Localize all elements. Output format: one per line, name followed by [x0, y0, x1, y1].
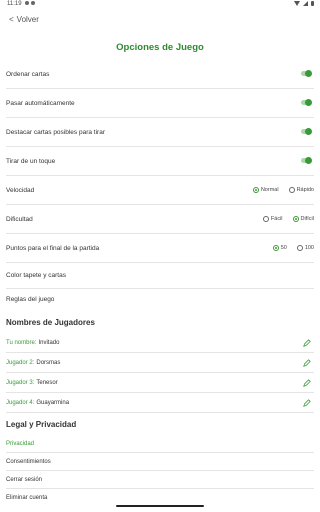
status-bar: 11:19 — [0, 0, 320, 9]
legal-heading: Legal y Privacidad — [6, 420, 77, 429]
wifi-icon — [294, 1, 300, 6]
radio-option-100[interactable]: 100 — [296, 245, 314, 251]
pencil-icon[interactable] — [303, 378, 311, 387]
setting-row-velocidad: Velocidad Normal Rápido — [6, 176, 314, 205]
setting-row-ordenar-cartas: Ordenar cartas — [6, 60, 314, 89]
radio-label: Rápido — [296, 187, 314, 193]
rules-link[interactable]: Reglas del juego — [6, 289, 314, 310]
battery-icon — [311, 1, 314, 6]
radio-label: Fácil — [270, 216, 283, 222]
setting-row-tirar-un-toque: Tirar de un toque — [6, 147, 314, 176]
home-indicator — [116, 505, 204, 507]
player-key: Jugador 2: — [6, 359, 35, 366]
radio-label: Difícil — [300, 216, 314, 222]
players-heading: Nombres de Jugadores — [6, 318, 95, 327]
setting-label: Ordenar cartas — [6, 70, 50, 78]
setting-row-destacar-cartas: Destacar cartas posibles para tirar — [6, 118, 314, 147]
table-color-link[interactable]: Color tapete y cartas — [6, 263, 314, 289]
player-key: Jugador 4: — [6, 399, 35, 406]
radio-selected-icon — [292, 216, 299, 222]
radio-label: 100 — [304, 245, 314, 251]
pencil-icon[interactable] — [303, 338, 311, 347]
radio-option-facil[interactable]: Fácil — [262, 216, 283, 222]
toggle-switch[interactable] — [301, 99, 312, 106]
setting-row-pasar-automaticamente: Pasar automáticamente — [6, 89, 314, 118]
notification-icons — [25, 1, 35, 5]
signal-icon — [303, 1, 308, 6]
privacy-link[interactable]: Privacidad — [6, 435, 314, 453]
toggle-switch[interactable] — [301, 128, 312, 135]
back-label: Volver — [16, 15, 39, 24]
points-radio-group: 50 100 — [272, 234, 314, 262]
setting-label: Tirar de un toque — [6, 157, 56, 165]
toggle-switch[interactable] — [301, 70, 312, 77]
toggle-switch[interactable] — [301, 157, 312, 164]
player-name: Tenesor — [36, 379, 58, 386]
radio-label: Normal — [260, 187, 279, 193]
radio-unselected-icon — [288, 187, 295, 193]
link-label: Reglas del juego — [6, 296, 55, 303]
player-name: Invitado — [38, 339, 60, 346]
radio-unselected-icon — [296, 245, 303, 251]
radio-option-dificil[interactable]: Difícil — [292, 216, 314, 222]
setting-label: Puntos para el final de la partida — [6, 244, 100, 252]
chevron-left-icon: < — [9, 15, 14, 24]
difficulty-radio-group: Fácil Difícil — [262, 205, 314, 233]
setting-label: Pasar automáticamente — [6, 99, 75, 107]
player-name: Guayarmina — [36, 399, 70, 406]
player-row[interactable]: Jugador 4: Guayarmina — [6, 393, 314, 413]
page-title: Opciones de Juego — [116, 42, 204, 53]
consents-link[interactable]: Consentimientos — [6, 453, 314, 471]
player-row[interactable]: Tu nombre: Invitado — [6, 333, 314, 353]
setting-row-puntos: Puntos para el final de la partida 50 10… — [6, 234, 314, 263]
player-key: Tu nombre: — [6, 339, 37, 346]
pencil-icon[interactable] — [303, 358, 311, 367]
speed-radio-group: Normal Rápido — [252, 176, 314, 204]
link-label: Color tapete y cartas — [6, 272, 66, 279]
back-button[interactable]: < Volver — [9, 15, 39, 24]
radio-label: 50 — [280, 245, 287, 251]
radio-option-50[interactable]: 50 — [272, 245, 287, 251]
radio-selected-icon — [252, 187, 259, 193]
player-name: Dorsmas — [36, 359, 61, 366]
radio-option-rapido[interactable]: Rápido — [288, 187, 314, 193]
system-icons — [294, 1, 314, 6]
radio-option-normal[interactable]: Normal — [252, 187, 279, 193]
player-key: Jugador 3: — [6, 379, 35, 386]
status-time: 11:19 — [7, 1, 22, 7]
logout-link[interactable]: Cerrar sesión — [6, 471, 314, 489]
radio-selected-icon — [272, 245, 279, 251]
player-row[interactable]: Jugador 2: Dorsmas — [6, 353, 314, 373]
player-row[interactable]: Jugador 3: Tenesor — [6, 373, 314, 393]
radio-unselected-icon — [262, 216, 269, 222]
pencil-icon[interactable] — [303, 398, 311, 407]
setting-label: Destacar cartas posibles para tirar — [6, 128, 105, 136]
setting-row-dificultad: Dificultad Fácil Difícil — [6, 205, 314, 234]
